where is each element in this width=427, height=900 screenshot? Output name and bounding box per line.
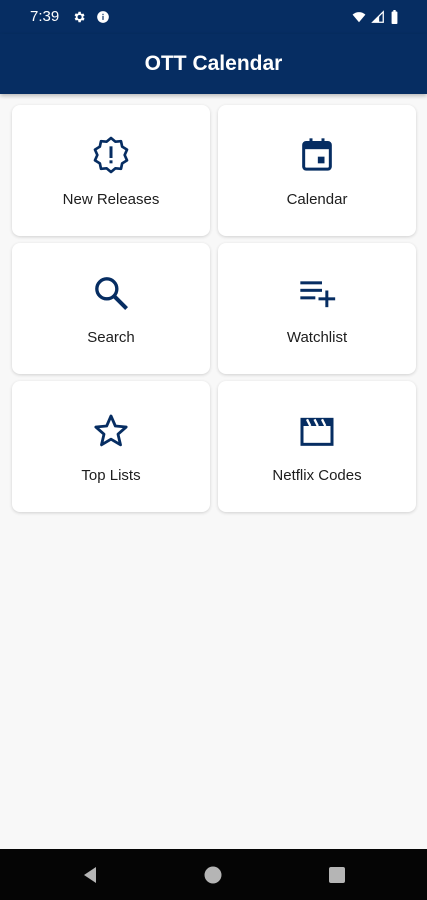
battery-icon — [390, 10, 399, 24]
app-bar: OTT Calendar — [0, 34, 427, 94]
netflix-codes-tile[interactable]: Netflix Codes — [218, 381, 416, 512]
new-releases-tile[interactable]: New Releases — [12, 105, 210, 236]
calendar-icon — [297, 135, 337, 175]
search-icon — [91, 273, 131, 313]
info-icon — [96, 10, 110, 24]
menu-grid: New Releases Calendar Search Watchlist T… — [12, 105, 416, 512]
wifi-icon — [352, 10, 366, 24]
star-icon — [91, 411, 131, 451]
tile-label: Calendar — [286, 191, 348, 208]
settings-icon — [72, 10, 86, 24]
tile-label: Netflix Codes — [272, 467, 362, 484]
tile-label: Search — [87, 329, 135, 346]
playlist-add-icon — [297, 273, 337, 313]
status-bar: 7:39 — [0, 0, 427, 34]
clapperboard-icon — [297, 411, 337, 451]
calendar-tile[interactable]: Calendar — [218, 105, 416, 236]
recents-icon[interactable] — [327, 865, 347, 885]
status-right-icons — [352, 10, 399, 24]
status-time: 7:39 — [30, 8, 60, 25]
new-releases-icon — [91, 135, 131, 175]
signal-icon — [371, 10, 385, 24]
search-tile[interactable]: Search — [12, 243, 210, 374]
top-lists-tile[interactable]: Top Lists — [12, 381, 210, 512]
home-icon[interactable] — [203, 865, 223, 885]
tile-label: Top Lists — [81, 467, 141, 484]
app-title: OTT Calendar — [144, 52, 283, 75]
tile-label: Watchlist — [286, 329, 348, 346]
watchlist-tile[interactable]: Watchlist — [218, 243, 416, 374]
status-left-icons — [72, 10, 110, 24]
system-nav-bar — [0, 849, 427, 900]
tile-label: New Releases — [62, 191, 160, 208]
back-icon[interactable] — [80, 865, 100, 885]
